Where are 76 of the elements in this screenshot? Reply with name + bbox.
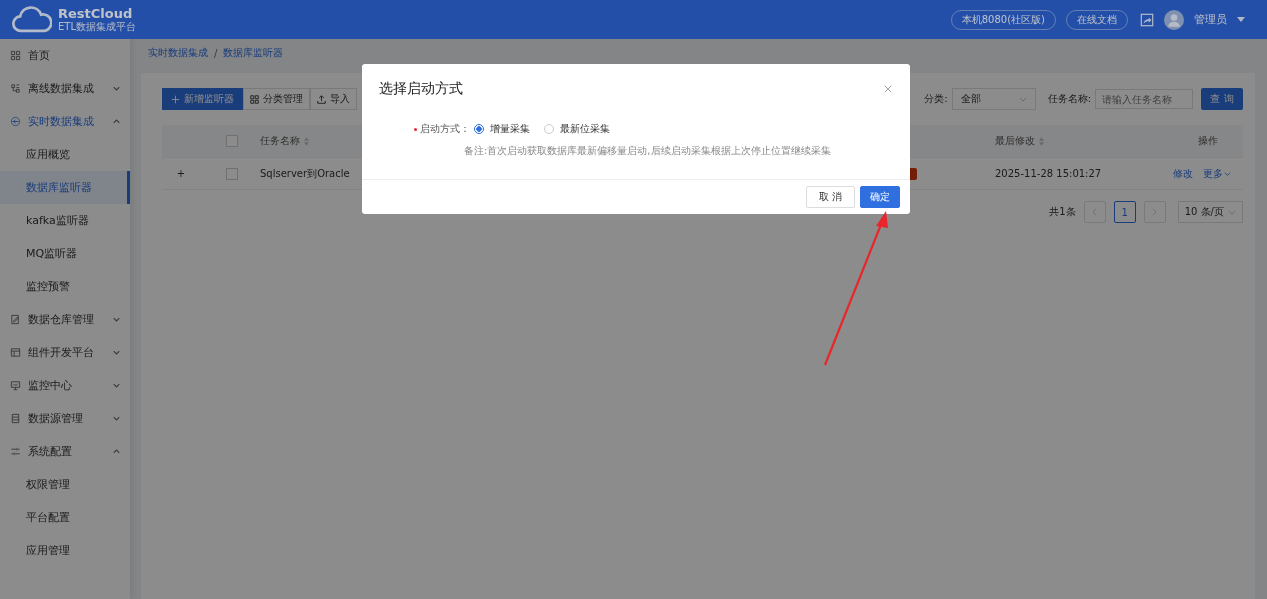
confirm-button[interactable]: 确定 (860, 186, 900, 208)
required-mark-icon (414, 127, 417, 131)
sidebar-subitem[interactable]: MQ监听器 (0, 237, 130, 270)
menu-item-icon (10, 314, 21, 325)
grid-icon (250, 94, 259, 104)
field-label: 启动方式： (420, 122, 470, 136)
query-button[interactable]: 查 询 (1201, 88, 1243, 110)
upload-icon (317, 94, 326, 104)
menu-item-icon (10, 380, 21, 391)
avatar-icon[interactable] (1164, 9, 1184, 30)
breadcrumb-link[interactable]: 数据库监听器 (223, 46, 284, 60)
sidebar-item[interactable]: 首页 (0, 39, 130, 72)
category-button[interactable]: 分类管理 (243, 88, 310, 110)
column-header: 最后修改 (995, 134, 1035, 148)
sidebar-subitem[interactable]: 平台配置 (0, 501, 130, 534)
filter-label: 分类: (924, 92, 948, 106)
chevron-left-icon (1092, 208, 1098, 216)
radio-option[interactable]: 最新位采集 (544, 122, 610, 136)
sidebar-item[interactable]: 系统配置 (0, 435, 130, 468)
sidebar-subitem[interactable]: kafka监听器 (0, 204, 130, 237)
sidebar-subitem[interactable]: 权限管理 (0, 468, 130, 501)
sidebar-item[interactable]: 数据仓库管理 (0, 303, 130, 336)
menu-item-icon (10, 413, 21, 424)
sidebar-subitem[interactable]: 应用概览 (0, 138, 130, 171)
menu-item-icon (10, 116, 21, 127)
chevron-right-icon (1152, 208, 1158, 216)
column-header: 任务名称 (260, 134, 300, 148)
close-icon[interactable] (884, 85, 892, 93)
import-button[interactable]: 导入 (310, 88, 357, 110)
previous-page-button[interactable] (1083, 201, 1106, 223)
page-size-select[interactable]: 10 条/页 (1177, 201, 1243, 223)
checkbox[interactable] (226, 167, 238, 180)
sidebar-item[interactable]: 数据源管理 (0, 402, 130, 435)
cloud-logo-icon (12, 5, 52, 34)
page-button[interactable]: 1 (1113, 201, 1136, 223)
logo-subtitle: ETL数据集成平台 (58, 21, 136, 33)
sidebar-item[interactable]: 监控中心 (0, 369, 130, 402)
note-text: 备注:首次启动获取数据库最新偏移量启动,后续启动采集根据上次停止位置继续采集 (464, 144, 832, 158)
sidebar-subitem[interactable]: 应用管理 (0, 534, 130, 567)
sidebar-subitem[interactable]: 数据库监听器 (0, 171, 130, 204)
dialog-title: 选择启动方式 (379, 80, 463, 98)
chevron-down-icon (1228, 209, 1236, 215)
plus-icon (171, 94, 180, 104)
sidebar-item[interactable]: 实时数据集成 (0, 105, 130, 138)
checkbox[interactable] (226, 135, 238, 147)
task-name-input[interactable]: 请输入任务名称 (1095, 89, 1193, 109)
filter-label: 任务名称: (1047, 92, 1091, 106)
sort-icon[interactable] (304, 136, 309, 146)
logo-title: RestCloud (58, 6, 134, 22)
user-name[interactable]: 管理员 (1194, 12, 1227, 27)
menu-item-icon (10, 347, 21, 358)
table-cell-text: 2025-11-28 15:01:27 (995, 168, 1103, 179)
cancel-button[interactable]: 取 消 (805, 186, 855, 208)
edit-link[interactable]: 修改 (1173, 166, 1193, 181)
menu-item-icon (10, 83, 21, 94)
sort-icon[interactable] (1039, 136, 1044, 146)
category-select[interactable]: 全部 (951, 88, 1036, 110)
add-button[interactable]: 新增监听器 (162, 88, 243, 110)
sidebar-item[interactable]: 离线数据集成 (0, 72, 130, 105)
sidebar-item[interactable]: 组件开发平台 (0, 336, 130, 369)
total-count: 共1条 (1049, 205, 1076, 219)
breadcrumb-separator: / (214, 47, 218, 59)
expand-toggle[interactable]: + (162, 168, 200, 179)
breadcrumb-link[interactable]: 实时数据集成 (148, 46, 208, 60)
caret-icon[interactable] (1237, 17, 1245, 22)
chevron-down-icon (1018, 96, 1027, 102)
table-cell-text: Sqlserver到Oracle (260, 166, 351, 181)
next-page-button[interactable] (1143, 201, 1166, 223)
sidebar-subitem[interactable]: 监控预警 (0, 270, 130, 303)
share-icon[interactable] (1140, 12, 1154, 27)
radio-option[interactable]: 增量采集 (474, 122, 530, 136)
menu-item-icon (10, 446, 21, 457)
chevron-down-icon (1224, 171, 1231, 176)
column-header: 操作 (1197, 134, 1219, 148)
more-link[interactable]: 更多 (1203, 166, 1231, 181)
menu-item-icon (10, 50, 21, 61)
